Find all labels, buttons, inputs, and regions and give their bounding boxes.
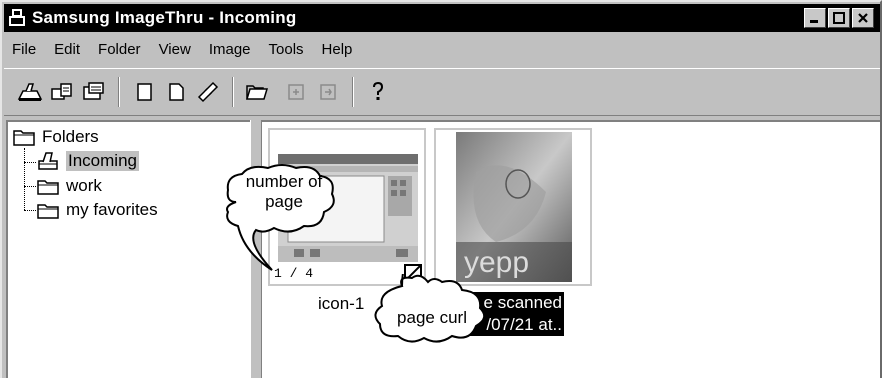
link-button[interactable]	[192, 76, 224, 108]
menu-image[interactable]: Image	[207, 41, 253, 58]
thumbnail-pane: 1 / 4 icon-1 yepp e scanned /07/21 at..	[262, 120, 880, 378]
toolbar-separator	[118, 77, 120, 107]
menu-file[interactable]: File	[10, 41, 38, 58]
folder-icon	[37, 204, 59, 219]
new-page-icon	[137, 83, 152, 101]
menu-tools[interactable]: Tools	[267, 41, 306, 58]
scan-settings-icon	[51, 83, 72, 100]
tree-connector	[24, 186, 36, 187]
menu-help[interactable]: Help	[320, 41, 355, 58]
link-icon	[197, 81, 219, 103]
new-page-button[interactable]	[128, 76, 160, 108]
tree-root-label: Folders	[42, 127, 99, 146]
toolbar-separator	[352, 77, 354, 107]
folder-tree-pane: Folders Incoming work my favorites	[6, 120, 250, 378]
help-button[interactable]	[362, 76, 394, 108]
app-icon[interactable]	[8, 8, 28, 28]
title-bar[interactable]: Samsung ImageThru - Incoming	[4, 4, 880, 32]
tree-item-my-favorites[interactable]: my favorites	[36, 199, 158, 221]
folder-icon	[13, 130, 35, 146]
thumbnail-caption: icon-1	[318, 294, 365, 313]
tree-connector	[24, 148, 25, 210]
import-button[interactable]	[78, 76, 110, 108]
tree-connector	[24, 210, 36, 211]
import-icon	[83, 82, 104, 100]
menu-folder[interactable]: Folder	[96, 41, 143, 58]
copy-page-button[interactable]	[160, 76, 192, 108]
open-folder-button[interactable]	[242, 76, 274, 108]
tree-item-label: work	[66, 176, 102, 195]
maximize-button[interactable]	[828, 8, 850, 28]
thumbnail-image: yepp	[456, 132, 572, 282]
inbox-folder-icon	[38, 152, 58, 170]
tree-root-folders[interactable]: Folders	[12, 126, 99, 148]
window-title: Samsung ImageThru - Incoming	[32, 8, 297, 27]
copy-page-icon	[169, 83, 184, 101]
minimize-button[interactable]	[804, 8, 826, 28]
close-button[interactable]	[852, 8, 874, 28]
maximize-icon	[833, 12, 845, 24]
scan-settings-button[interactable]	[46, 76, 78, 108]
callout-page-curl: page curl	[397, 308, 467, 327]
folder-icon	[37, 180, 59, 195]
thumbnail-item[interactable]: yepp	[434, 128, 592, 286]
menu-view[interactable]: View	[157, 41, 193, 58]
paste-in-button[interactable]	[280, 76, 312, 108]
close-icon	[858, 13, 868, 23]
window-controls	[804, 8, 874, 28]
application-window: Samsung ImageThru - Incoming File Edit F…	[0, 0, 882, 378]
tree-item-label: Incoming	[66, 151, 139, 171]
menu-bar: File Edit Folder View Image Tools Help	[4, 32, 880, 66]
minimize-icon	[810, 20, 818, 23]
tree-item-label: my favorites	[66, 200, 158, 219]
scan-icon	[17, 83, 43, 101]
help-icon	[373, 81, 384, 100]
callout-number-of-page: number of page	[245, 172, 323, 211]
tree-item-incoming[interactable]: Incoming	[36, 150, 139, 172]
toolbar-separator	[232, 77, 234, 107]
tree-connector	[24, 162, 36, 163]
open-folder-icon	[245, 85, 269, 100]
paste-out-icon	[320, 84, 336, 100]
tree-item-work[interactable]: work	[36, 175, 102, 197]
menu-edit[interactable]: Edit	[52, 41, 82, 58]
paste-in-icon	[288, 84, 304, 100]
paste-out-button[interactable]	[312, 76, 344, 108]
scan-button[interactable]	[14, 76, 46, 108]
toolbar	[4, 68, 880, 116]
